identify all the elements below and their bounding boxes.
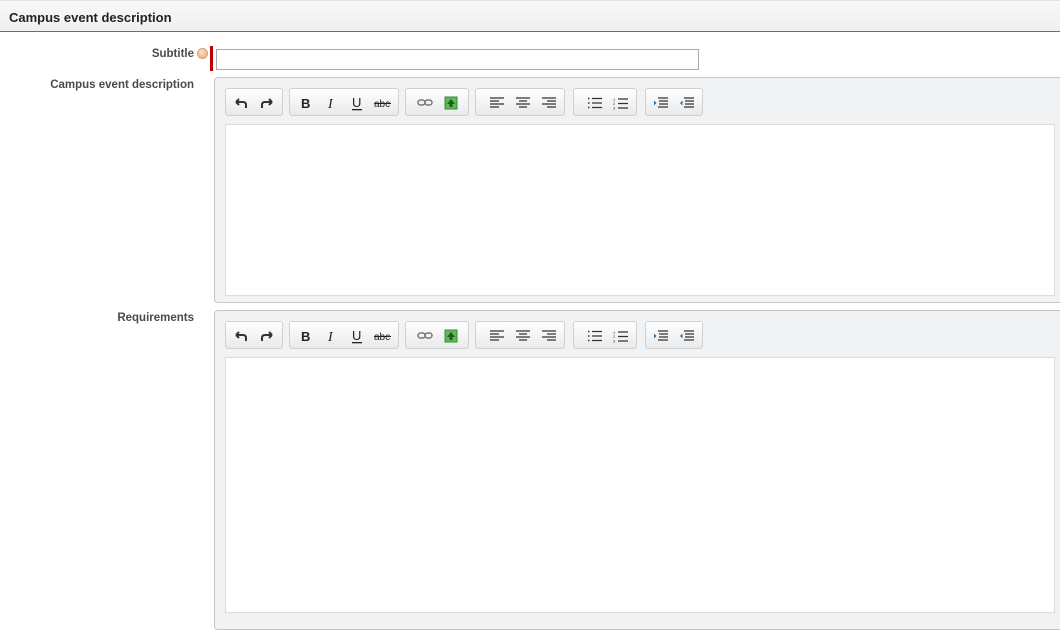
indent-group <box>645 88 703 116</box>
align-right-icon <box>542 330 556 341</box>
insert-image-icon <box>444 96 458 110</box>
requirements-editor: B I U abc 1 2 3 <box>214 310 1060 630</box>
align-left-icon <box>490 330 504 341</box>
format-group: B I U abc <box>289 321 399 349</box>
undo-button[interactable] <box>230 326 252 346</box>
bold-button[interactable]: B <box>294 93 316 113</box>
bulleted-list-icon <box>588 97 602 109</box>
align-group <box>475 88 565 116</box>
bold-button[interactable]: B <box>294 326 316 346</box>
italic-button[interactable]: I <box>320 93 342 113</box>
svg-text:U: U <box>352 96 361 110</box>
align-right-icon <box>542 97 556 108</box>
align-center-icon <box>516 97 530 108</box>
subtitle-label: Subtitle <box>151 48 194 60</box>
svg-text:3: 3 <box>613 105 616 110</box>
align-center-icon <box>516 330 530 341</box>
svg-text:U: U <box>352 329 361 343</box>
redo-button[interactable] <box>256 326 278 346</box>
outdent-button[interactable] <box>676 93 698 113</box>
link-icon <box>417 99 433 106</box>
help-icon[interactable] <box>197 48 208 59</box>
link-icon <box>417 332 433 339</box>
undo-icon <box>235 98 247 108</box>
align-group <box>475 321 565 349</box>
link-button[interactable] <box>414 326 436 346</box>
format-group: B I U abc <box>289 88 399 116</box>
bold-icon: B <box>301 96 310 110</box>
list-group: 123 <box>573 321 637 349</box>
redo-icon <box>261 331 273 341</box>
bold-icon: B <box>301 329 310 343</box>
subtitle-input[interactable] <box>216 49 699 70</box>
align-left-button[interactable] <box>486 93 508 113</box>
svg-text:B: B <box>301 329 310 343</box>
insert-image-icon <box>444 329 458 343</box>
align-center-button[interactable] <box>512 326 534 346</box>
undo-button[interactable] <box>230 93 252 113</box>
required-indicator <box>210 46 213 71</box>
numbered-list-button[interactable]: 123 <box>610 93 632 113</box>
align-right-button[interactable] <box>538 93 560 113</box>
indent-icon <box>654 97 668 108</box>
insert-group <box>405 321 469 349</box>
description-editor: B I U abc 1 2 3 <box>214 77 1060 303</box>
underline-icon: U <box>352 96 362 110</box>
description-content-area[interactable] <box>225 124 1055 296</box>
bulleted-list-button[interactable] <box>584 93 606 113</box>
underline-icon: U <box>352 329 362 343</box>
insert-image-button[interactable] <box>440 93 462 113</box>
history-group <box>225 321 283 349</box>
numbered-list-icon: 123 <box>613 330 628 343</box>
requirements-label: Requirements <box>117 312 194 324</box>
outdent-icon <box>680 97 694 108</box>
underline-button[interactable]: U <box>346 326 368 346</box>
indent-button[interactable] <box>650 93 672 113</box>
strikethrough-button[interactable]: abc <box>372 326 394 346</box>
link-button[interactable] <box>414 93 436 113</box>
history-group <box>225 88 283 116</box>
svg-text:3: 3 <box>613 338 616 343</box>
insert-image-button[interactable] <box>440 326 462 346</box>
redo-button[interactable] <box>256 93 278 113</box>
align-center-button[interactable] <box>512 93 534 113</box>
svg-text:I: I <box>327 330 334 343</box>
svg-text:I: I <box>327 97 334 110</box>
bulleted-list-icon <box>588 330 602 342</box>
outdent-icon <box>680 330 694 341</box>
align-right-button[interactable] <box>538 326 560 346</box>
italic-button[interactable]: I <box>320 326 342 346</box>
section-header: Campus event description <box>0 0 1060 32</box>
strikethrough-icon: abc <box>374 99 391 109</box>
strikethrough-button[interactable]: abc <box>372 93 394 113</box>
italic-icon: I <box>327 97 334 110</box>
align-left-icon <box>490 97 504 108</box>
indent-button[interactable] <box>650 326 672 346</box>
strikethrough-icon: abc <box>374 332 391 342</box>
align-left-button[interactable] <box>486 326 508 346</box>
undo-icon <box>235 331 247 341</box>
description-label: Campus event description <box>50 79 194 91</box>
outdent-button[interactable] <box>676 326 698 346</box>
section-title: Campus event description <box>9 10 172 25</box>
insert-group <box>405 88 469 116</box>
underline-button[interactable]: U <box>346 93 368 113</box>
redo-icon <box>261 98 273 108</box>
list-group: 123 <box>573 88 637 116</box>
numbered-list-icon: 123 <box>613 97 628 110</box>
indent-group <box>645 321 703 349</box>
bulleted-list-button[interactable] <box>584 326 606 346</box>
indent-icon <box>654 330 668 341</box>
requirements-content-area[interactable] <box>225 357 1055 613</box>
numbered-list-button[interactable]: 123 <box>610 326 632 346</box>
svg-text:B: B <box>301 96 310 110</box>
italic-icon: I <box>327 330 334 343</box>
